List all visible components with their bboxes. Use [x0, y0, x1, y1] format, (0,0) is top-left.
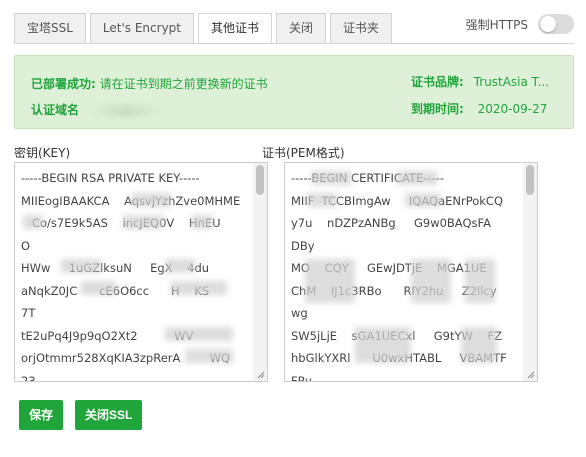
toggle-knob [540, 16, 556, 32]
redaction-mosaic [465, 259, 495, 303]
scrollbar-thumb[interactable] [256, 165, 264, 195]
tab-other-certificate[interactable]: 其他证书 [198, 13, 273, 44]
redaction-mosaic [405, 193, 441, 207]
redaction-mosaic [411, 259, 451, 303]
force-https-toggle[interactable] [538, 14, 574, 34]
deployed-message: 请在证书到期之前更换新的证书 [99, 77, 268, 91]
cert-field-label: 证书(PEM格式) [262, 146, 345, 160]
cert-textarea[interactable]: -----BEGIN CERTIFICATE----- MIIF TCCBImg… [284, 162, 538, 382]
redaction-mosaic [131, 193, 171, 207]
deploy-status: 已部署成功: 请在证书到期之前更换新的证书 [31, 75, 268, 92]
scrollbar-thumb[interactable] [526, 165, 534, 195]
redaction-mosaic [171, 281, 227, 295]
force-https-control: 强制HTTPS [466, 14, 574, 34]
key-scrollbar[interactable] [253, 163, 267, 381]
redacted-domain [90, 104, 161, 117]
certificate-status-panel: 已部署成功: 请在证书到期之前更换新的证书 认证域名 证书品牌: TrustAs… [14, 55, 574, 129]
brand-row: 证书品牌: TrustAsia T... [411, 73, 549, 90]
redaction-mosaic [165, 259, 195, 273]
redaction-mosaic [123, 215, 163, 229]
redaction-mosaic [23, 215, 43, 229]
brand-label: 证书品牌: [411, 75, 464, 89]
key-textarea[interactable]: -----BEGIN RSA PRIVATE KEY----- MIIEogIB… [14, 162, 268, 382]
redaction-mosaic [311, 171, 351, 185]
tabs-divider [14, 43, 574, 44]
expiry-row: 到期时间: 2020-09-27 [411, 100, 547, 117]
redaction-mosaic [81, 281, 117, 295]
expiry-value: 2020-09-27 [477, 102, 548, 116]
close-ssl-button[interactable]: 关闭SSL [75, 400, 143, 430]
redaction-mosaic [355, 327, 411, 363]
redaction-mosaic [185, 349, 233, 363]
brand-value: TrustAsia T... [473, 75, 550, 89]
cert-scrollbar[interactable] [523, 163, 537, 381]
tab-certificate-folder[interactable]: 证书夹 [330, 13, 393, 44]
expiry-label: 到期时间: [411, 102, 464, 116]
redaction-mosaic [305, 259, 355, 303]
redaction-mosaic [307, 193, 337, 207]
redaction-mosaic [461, 327, 497, 363]
resize-handle-icon[interactable] [257, 371, 265, 379]
redaction-mosaic [61, 259, 101, 273]
tab-close[interactable]: 关闭 [276, 13, 327, 44]
domain-label: 认证域名 [31, 103, 80, 117]
tab-lets-encrypt[interactable]: Let's Encrypt [89, 13, 194, 44]
resize-handle-icon[interactable] [527, 371, 535, 379]
key-field-label: 密钥(KEY) [14, 146, 71, 160]
domain-row: 认证域名 [31, 101, 161, 118]
save-button[interactable]: 保存 [19, 400, 64, 430]
deployed-label: 已部署成功: [31, 77, 96, 91]
tab-bar: 宝塔SSL Let's Encrypt 其他证书 关闭 证书夹 [14, 13, 396, 44]
force-https-label: 强制HTTPS [465, 17, 528, 32]
redaction-mosaic [165, 327, 233, 341]
redaction-mosaic [397, 171, 437, 185]
redaction-mosaic [191, 215, 213, 229]
tab-baota-ssl[interactable]: 宝塔SSL [14, 13, 86, 44]
